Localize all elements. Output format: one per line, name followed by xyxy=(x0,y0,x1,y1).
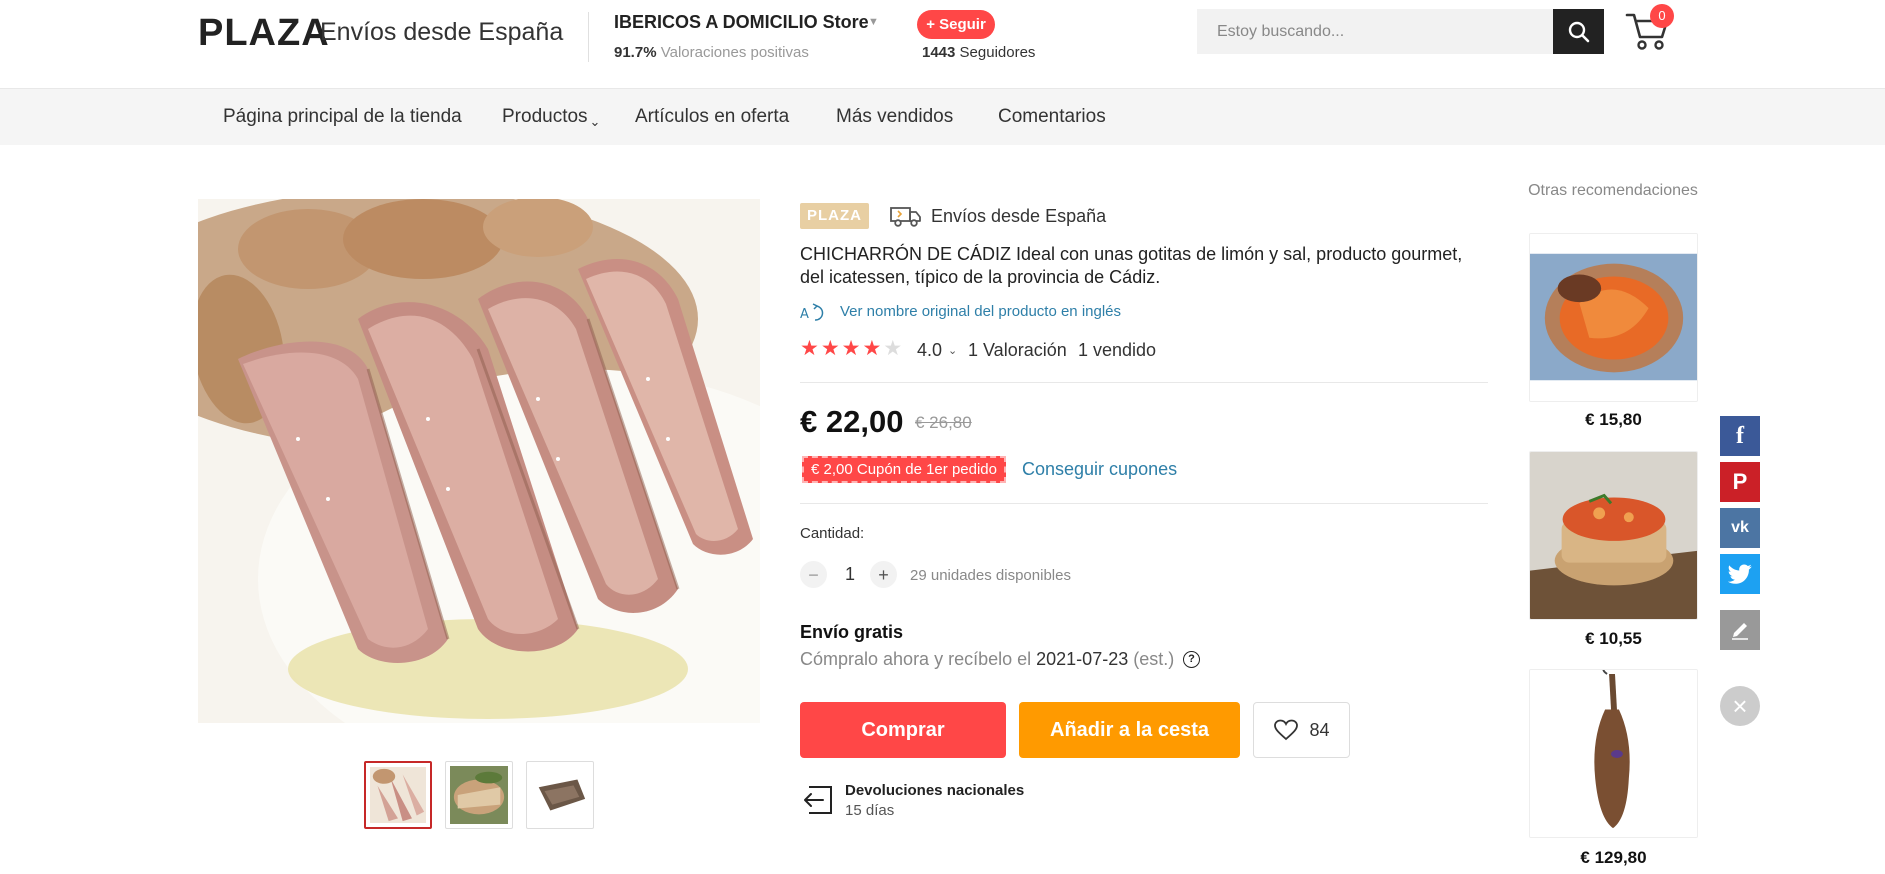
coupon-badge[interactable]: € 2,00 Cupón de 1er pedido xyxy=(802,456,1006,483)
nav-products-label: Productos xyxy=(502,106,588,127)
wishlist-count: 84 xyxy=(1309,719,1330,740)
rating-value[interactable]: 4.0 xyxy=(917,340,942,361)
quantity-label: Cantidad: xyxy=(800,525,865,542)
delivery-suffix: (est.) xyxy=(1133,649,1175,669)
quantity-value[interactable]: 1 xyxy=(845,564,855,585)
available-units: 29 unidades disponibles xyxy=(910,567,1071,584)
vk-share-icon[interactable]: vk xyxy=(1720,508,1760,548)
recommendation-price: € 15,80 xyxy=(1585,410,1642,429)
returns-title: Devoluciones nacionales xyxy=(845,782,1025,799)
header-divider xyxy=(588,12,589,62)
delivery-date: 2021-07-23 xyxy=(1036,649,1129,669)
followers-label: Seguidores xyxy=(959,44,1036,61)
star-icon: ★ xyxy=(841,337,861,360)
quantity-increment-button[interactable]: + xyxy=(870,561,897,588)
store-rating-percent: 91.7% xyxy=(614,44,657,61)
free-shipping-label: Envío gratis xyxy=(800,622,904,642)
get-coupons-link[interactable]: Conseguir cupones xyxy=(1022,459,1177,480)
logo-subtitle: Envíos desde España xyxy=(320,18,564,46)
store-name[interactable]: IBERICOS A DOMICILIO Store xyxy=(614,12,869,33)
rating-count[interactable]: 1 Valoración xyxy=(968,340,1067,361)
buy-now-button[interactable]: Comprar xyxy=(800,702,1006,758)
store-rating-label: Valoraciones positivas xyxy=(660,44,809,61)
recommendation-price: € 129,80 xyxy=(1580,848,1647,867)
edit-icon[interactable] xyxy=(1720,610,1760,650)
original-price: € 26,80 xyxy=(915,413,972,432)
divider xyxy=(800,382,1488,383)
chevron-down-icon[interactable]: ▼ xyxy=(868,16,879,28)
product-thumbnail[interactable] xyxy=(445,761,513,829)
help-icon[interactable]: ? xyxy=(1183,651,1200,668)
site-header: PLAZA Envíos desde España IBERICOS A DOM… xyxy=(0,0,1885,89)
star-icon: ★ xyxy=(820,337,840,360)
wishlist-button[interactable]: 84 xyxy=(1253,702,1350,758)
translate-icon: A xyxy=(800,303,824,322)
product-title: CHICHARRÓN DE CÁDIZ Ideal con unas gotit… xyxy=(800,244,1463,287)
rating-stars: ★ ★ ★ ★ ★ xyxy=(800,338,902,360)
return-icon xyxy=(804,786,832,814)
svg-text:A: A xyxy=(800,307,809,322)
pinterest-share-icon[interactable]: P xyxy=(1720,462,1760,502)
nav-products[interactable]: Productos ⌄ xyxy=(502,106,600,130)
store-nav: Página principal de la tienda Productos ⌄… xyxy=(0,89,1885,145)
cart-count-badge: 0 xyxy=(1650,4,1674,28)
quantity-decrement-button[interactable]: − xyxy=(800,561,827,588)
facebook-share-icon[interactable]: f xyxy=(1720,416,1760,456)
product-thumbnail[interactable] xyxy=(364,761,432,829)
returns-days: 15 días xyxy=(845,802,895,819)
store-rating: 91.7% Valoraciones positivas xyxy=(614,44,809,61)
nav-store-home[interactable]: Página principal de la tienda xyxy=(223,106,462,128)
nav-best-sellers[interactable]: Más vendidos xyxy=(836,106,953,128)
nav-reviews[interactable]: Comentarios xyxy=(998,106,1106,128)
star-icon: ★ xyxy=(862,337,882,360)
star-empty-icon: ★ xyxy=(883,337,903,360)
plaza-badge: PLAZA xyxy=(800,203,869,229)
add-to-cart-button[interactable]: Añadir a la cesta xyxy=(1019,702,1240,758)
star-icon: ★ xyxy=(800,337,819,360)
chevron-down-icon: ⌄ xyxy=(589,114,601,129)
truck-icon xyxy=(890,207,921,227)
recommendations-title: Otras recomendaciones xyxy=(1528,182,1698,199)
close-icon[interactable]: × xyxy=(1720,686,1760,726)
search-icon xyxy=(1568,21,1589,42)
product-thumbnail[interactable] xyxy=(526,761,594,829)
site-logo[interactable]: PLAZA xyxy=(198,12,330,55)
delivery-estimate: Cómpralo ahora y recíbelo el 2021-07-23 … xyxy=(800,649,1174,670)
heart-icon xyxy=(1274,719,1299,741)
search-input[interactable] xyxy=(1197,9,1553,54)
nav-deals[interactable]: Artículos en oferta xyxy=(635,106,789,128)
recommendation-card[interactable] xyxy=(1529,233,1698,402)
product-main-image[interactable] xyxy=(198,199,760,723)
translate-link[interactable]: Ver nombre original del producto en ingl… xyxy=(840,303,1121,320)
twitter-share-icon[interactable] xyxy=(1720,554,1760,594)
recommendation-price: € 10,55 xyxy=(1585,629,1642,648)
product-price: € 22,00 xyxy=(800,404,904,439)
divider xyxy=(800,503,1488,504)
follow-button[interactable]: + Seguir xyxy=(917,10,995,39)
sold-count: 1 vendido xyxy=(1078,340,1157,360)
followers-count: 1443 Seguidores xyxy=(922,44,1035,61)
search-button[interactable] xyxy=(1553,9,1604,54)
ship-from-label: Envíos desde España xyxy=(931,206,1107,226)
chevron-down-icon[interactable]: ⌄ xyxy=(948,344,957,357)
recommendation-card[interactable] xyxy=(1529,451,1698,620)
delivery-prefix: Cómpralo ahora y recíbelo el xyxy=(800,649,1032,669)
followers-number: 1443 xyxy=(922,44,956,61)
recommendation-card[interactable] xyxy=(1529,669,1698,838)
